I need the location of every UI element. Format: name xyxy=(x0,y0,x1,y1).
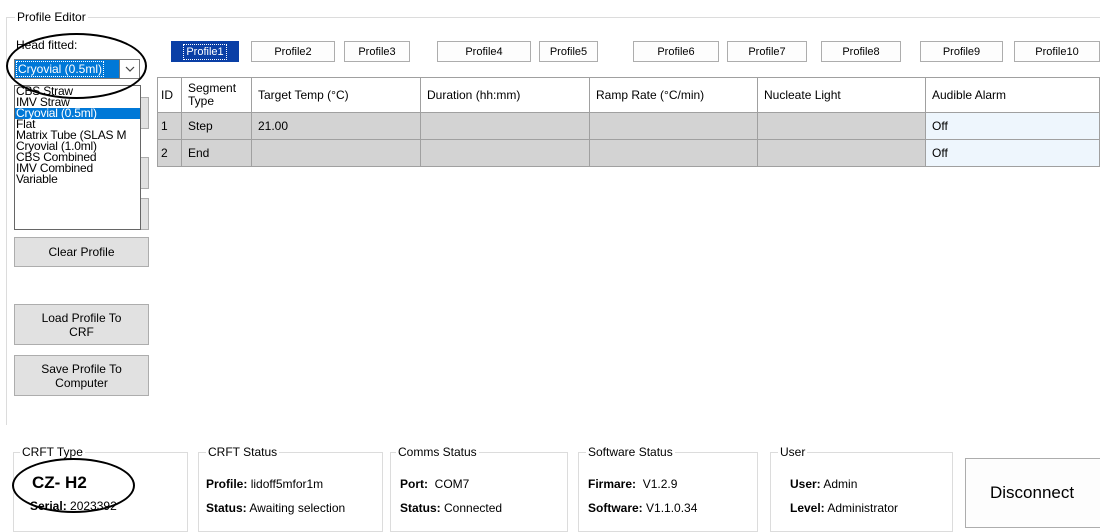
tab-label: Profile7 xyxy=(748,45,786,58)
profile-value: lidoff5mfor1m xyxy=(250,477,324,491)
grid-header-row: ID Segment Type Target Temp (°C) Duration… xyxy=(157,77,1100,113)
cell-alarm[interactable]: Off xyxy=(925,112,1100,140)
cell-nucleate[interactable] xyxy=(757,139,926,167)
clear-profile-button[interactable]: Clear Profile xyxy=(14,237,149,267)
tab-profile6[interactable]: Profile6 xyxy=(633,41,719,62)
software-status-title: Software Status xyxy=(586,445,675,459)
software-value: V1.1.0.34 xyxy=(646,501,698,515)
level-line: Level: Administrator xyxy=(790,501,898,515)
software-label: Software: xyxy=(588,501,643,515)
port-value: COM7 xyxy=(434,477,470,491)
software-line: Software: V1.1.0.34 xyxy=(588,501,697,515)
load-profile-line2: CRF xyxy=(69,324,94,339)
crft-status-label: Status: xyxy=(206,501,247,515)
user-line: User: Admin xyxy=(790,477,857,491)
tab-label: Profile10 xyxy=(1035,45,1079,58)
port-label: Port: xyxy=(400,477,428,491)
col-audible-alarm: Audible Alarm xyxy=(925,77,1100,113)
tab-label: Profile9 xyxy=(942,45,981,58)
head-option[interactable]: Variable xyxy=(15,173,140,185)
cell-target[interactable] xyxy=(251,139,421,167)
head-fitted-dropdown: CBS Straw IMV Straw Cryovial (0.5ml) Flat Ma… xyxy=(14,85,141,230)
profile-grid: ID Segment Type Target Temp (°C) Duration… xyxy=(157,77,1100,167)
profile-label: Profile: xyxy=(206,477,248,491)
head-fitted-label: Head fitted: xyxy=(16,38,78,52)
tab-profile10[interactable]: Profile10 xyxy=(1014,41,1100,62)
crft-profile: Profile: lidoff5mfor1m xyxy=(206,477,323,491)
crft-status-title: CRFT Status xyxy=(206,445,280,459)
tab-label: Profile2 xyxy=(274,45,312,58)
user-group xyxy=(770,452,953,532)
firmware-line: Firmare: V1.2.9 xyxy=(588,477,677,491)
tab-label: Profile6 xyxy=(657,45,695,58)
save-profile-line1: Save Profile To xyxy=(41,361,122,376)
cell-duration[interactable] xyxy=(420,139,590,167)
cell-ramp[interactable] xyxy=(589,112,758,140)
tab-profile3[interactable]: Profile3 xyxy=(344,41,410,62)
tab-label: Profile5 xyxy=(549,45,588,58)
comms-port: Port: COM7 xyxy=(400,477,469,491)
crft-model: CZ- H2 xyxy=(32,473,87,492)
tab-profile2[interactable]: Profile2 xyxy=(251,41,335,62)
tab-profile9[interactable]: Profile9 xyxy=(920,41,1003,62)
table-row[interactable]: 2 End Off xyxy=(157,139,1100,167)
col-target-temp: Target Temp (°C) xyxy=(251,77,421,113)
tab-label: Profile4 xyxy=(465,45,503,58)
comms-status-title: Comms Status xyxy=(396,445,479,459)
head-fitted-combo[interactable]: Cryovial (0.5ml) xyxy=(14,59,140,79)
tab-profile8[interactable]: Profile8 xyxy=(821,41,901,62)
col-segment-type: Segment Type xyxy=(181,77,252,113)
cell-id[interactable]: 2 xyxy=(157,139,182,167)
serial-value: 2023392 xyxy=(70,499,117,513)
cell-duration[interactable] xyxy=(420,112,590,140)
table-row[interactable]: 1 Step 21.00 Off xyxy=(157,112,1100,140)
profile-editor-title: Profile Editor xyxy=(15,10,88,24)
level-value: Administrator xyxy=(827,501,899,515)
crft-serial: Serial: 2023392 xyxy=(30,499,117,513)
save-profile-button[interactable]: Save Profile To Computer xyxy=(14,355,149,396)
load-profile-line1: Load Profile To xyxy=(41,310,122,325)
cell-target[interactable]: 21.00 xyxy=(251,112,421,140)
save-profile-line2: Computer xyxy=(55,375,108,390)
user-label: User: xyxy=(790,477,821,491)
tab-profile4[interactable]: Profile4 xyxy=(437,41,531,62)
comms-status-value: Connected xyxy=(444,501,503,515)
cell-alarm[interactable]: Off xyxy=(925,139,1100,167)
cell-nucleate[interactable] xyxy=(757,112,926,140)
crft-status-group xyxy=(198,452,383,532)
col-ramp-rate: Ramp Rate (°C/min) xyxy=(589,77,758,113)
level-label: Level: xyxy=(790,501,825,515)
firmware-label: Firmare: xyxy=(588,477,637,491)
crft-status-value: Awaiting selection xyxy=(249,501,346,515)
load-profile-button[interactable]: Load Profile To CRF xyxy=(14,304,149,345)
cell-id[interactable]: 1 xyxy=(157,112,182,140)
tab-label: Profile1 xyxy=(183,43,227,60)
comms-status-label: Status: xyxy=(400,501,441,515)
cell-type[interactable]: End xyxy=(181,139,252,167)
cell-type[interactable]: Step xyxy=(181,112,252,140)
firmware-value: V1.2.9 xyxy=(642,477,678,491)
chevron-down-icon[interactable] xyxy=(119,60,139,78)
tab-label: Profile8 xyxy=(842,45,880,58)
cell-ramp[interactable] xyxy=(589,139,758,167)
tab-label: Profile3 xyxy=(358,45,396,58)
tab-profile7[interactable]: Profile7 xyxy=(727,41,807,62)
head-fitted-value: Cryovial (0.5ml) xyxy=(15,61,105,77)
crft-status: Status: Awaiting selection xyxy=(206,501,345,515)
serial-label: Serial: xyxy=(30,499,67,513)
col-id: ID xyxy=(157,77,182,113)
software-status-group xyxy=(578,452,758,532)
comms-status: Status: Connected xyxy=(400,501,502,515)
disconnect-button[interactable]: Disconnect xyxy=(965,458,1100,528)
comms-status-group xyxy=(390,452,568,532)
col-duration: Duration (hh:mm) xyxy=(420,77,590,113)
tab-profile5[interactable]: Profile5 xyxy=(539,41,598,62)
col-nucleate-light: Nucleate Light xyxy=(757,77,926,113)
crft-type-title: CRFT Type xyxy=(20,445,85,459)
user-value: Admin xyxy=(823,477,858,491)
user-title: User xyxy=(778,445,808,459)
col-segment-type-label: Segment Type xyxy=(188,81,237,108)
tab-profile1[interactable]: Profile1 xyxy=(171,41,239,62)
